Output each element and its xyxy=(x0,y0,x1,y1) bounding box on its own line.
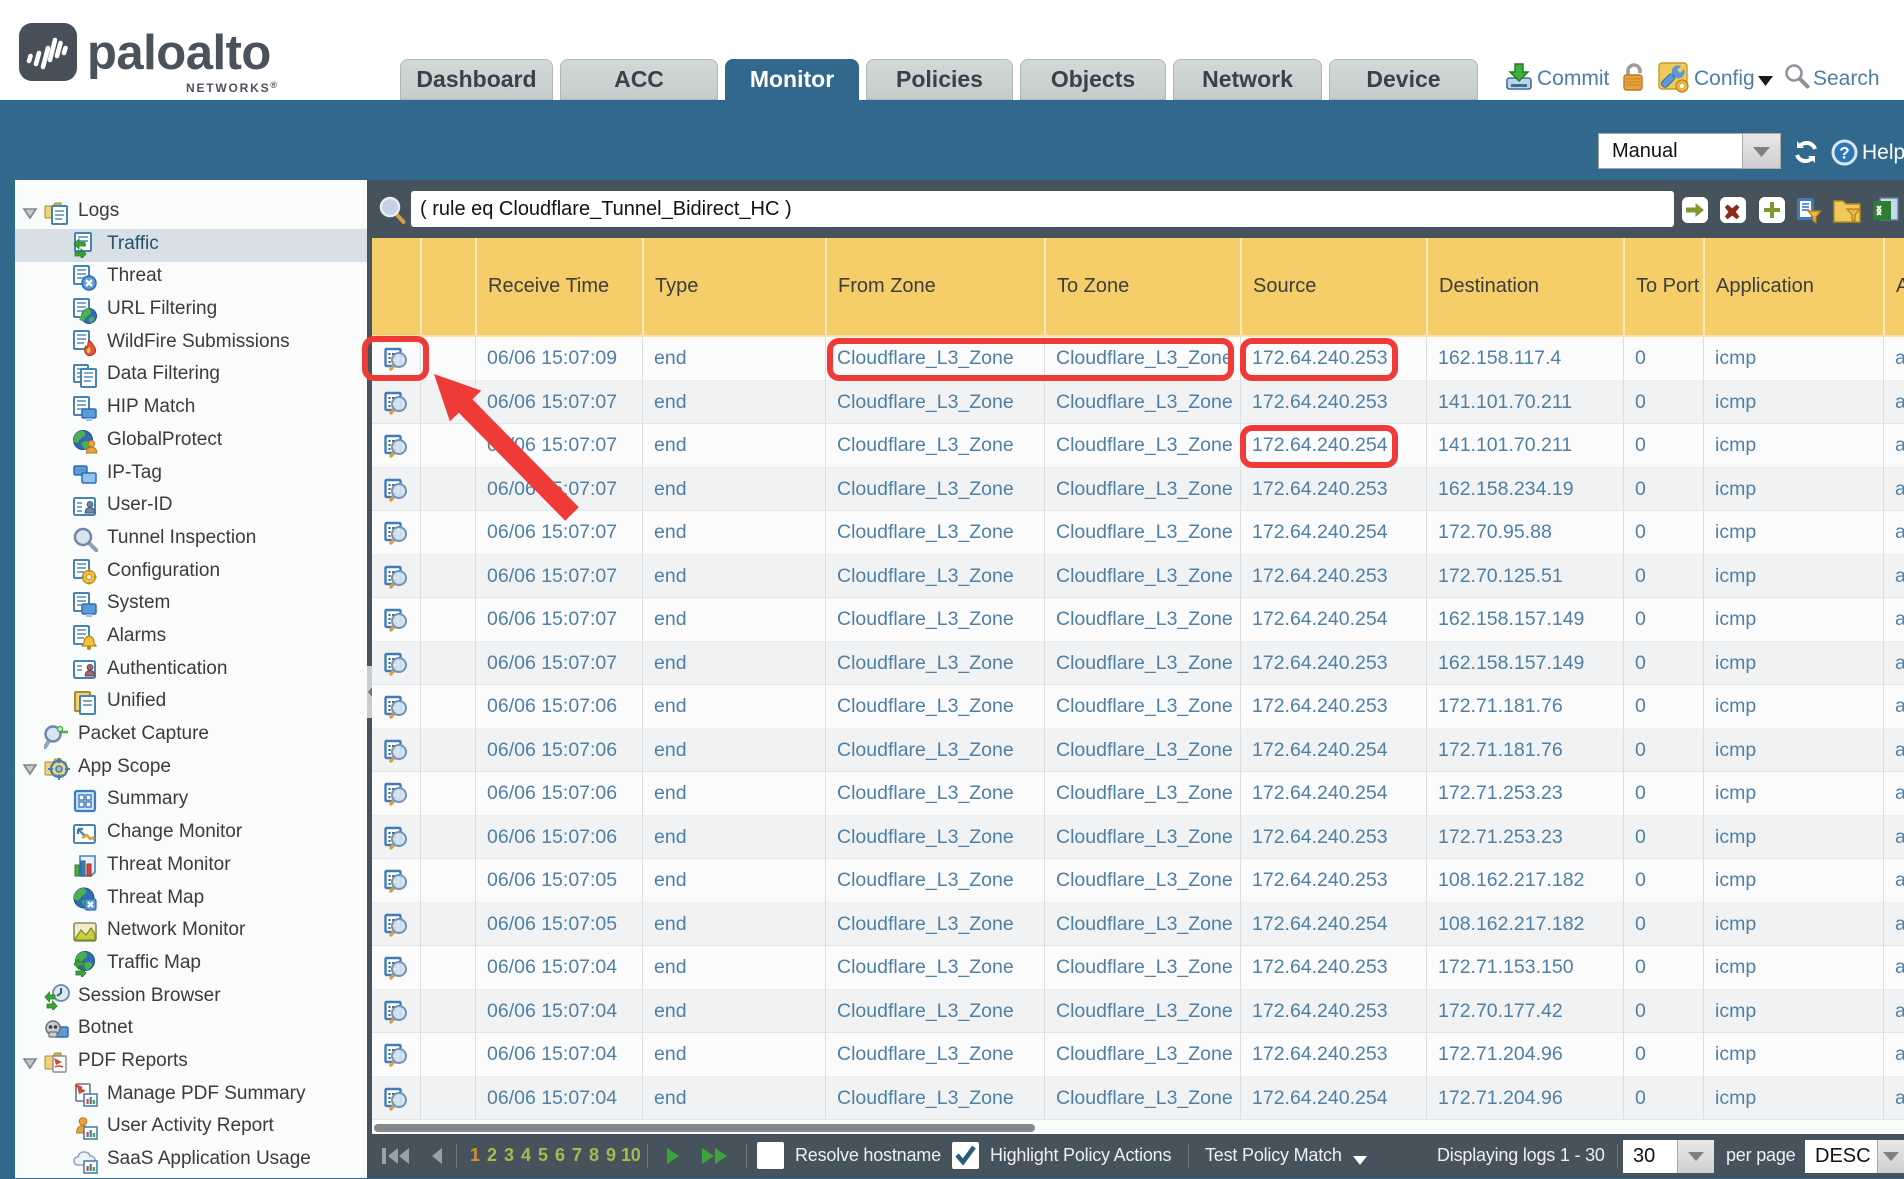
svg-text:?: ? xyxy=(1839,144,1849,163)
